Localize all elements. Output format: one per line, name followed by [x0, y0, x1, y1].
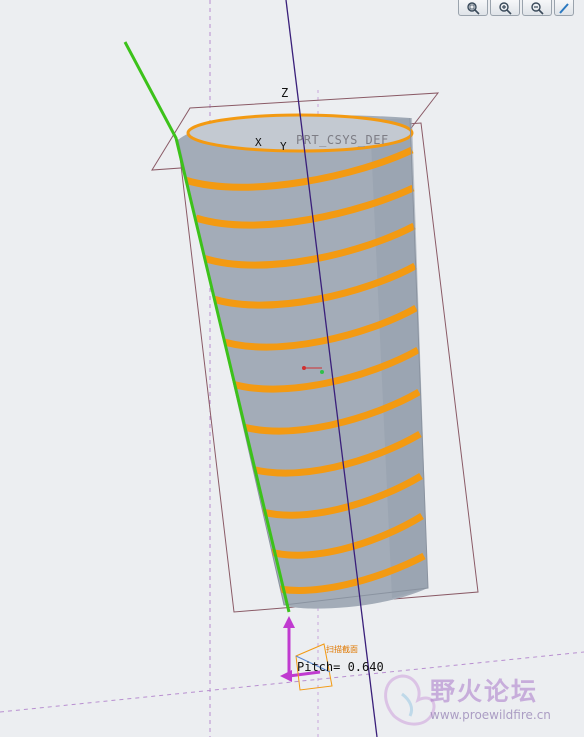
zoom-fit-icon [467, 1, 480, 15]
graphics-window[interactable]: Z X Y PRT_CSYS_DEF 扫描截面 Pitch= 0.640 野火论… [0, 0, 584, 737]
watermark-title: 野火论坛 [430, 677, 539, 706]
csys-marker-dot [320, 370, 324, 374]
y-axis-label: Y [280, 140, 287, 153]
csys-label[interactable]: PRT_CSYS_DEF [296, 133, 389, 147]
zoom-out-icon [531, 1, 544, 15]
pitch-arrow-vertical[interactable] [283, 616, 295, 676]
pitch-dimension[interactable]: Pitch= 0.640 [297, 660, 384, 674]
watermark-url: www.proewildfire.cn [430, 708, 551, 722]
x-axis-label: X [255, 136, 262, 149]
csys-marker-dot [302, 366, 306, 370]
zoom-in-button[interactable] [490, 0, 520, 16]
helical-surface[interactable] [177, 113, 429, 609]
sweep-section-label: 扫描截面 [326, 645, 358, 654]
zoom-out-button[interactable] [522, 0, 552, 16]
repaint-button[interactable] [554, 0, 574, 16]
watermark: 野火论坛 www.proewildfire.cn [372, 668, 584, 737]
z-axis-label: Z [281, 86, 289, 100]
view-toolbar [458, 0, 584, 16]
repaint-icon [559, 2, 569, 14]
zoom-in-icon [499, 1, 512, 15]
zoom-fit-button[interactable] [458, 0, 488, 16]
model-scene[interactable] [0, 0, 584, 737]
